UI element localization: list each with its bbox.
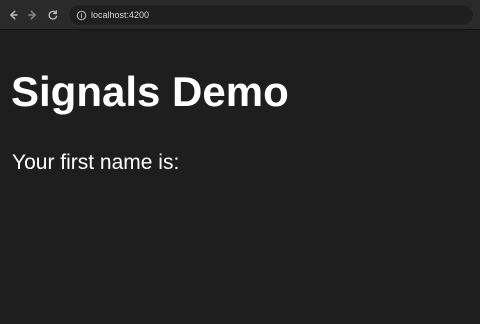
first-name-label: Your first name is: xyxy=(12,151,180,174)
back-button[interactable] xyxy=(5,7,21,23)
address-bar[interactable]: localhost:4200 xyxy=(68,4,474,26)
page-content: Signals Demo Your first name is: xyxy=(0,30,480,324)
site-info-icon xyxy=(76,10,87,21)
site-info-button[interactable] xyxy=(75,9,87,21)
back-icon xyxy=(7,9,19,21)
reload-button[interactable] xyxy=(45,7,61,23)
url-text: localhost:4200 xyxy=(91,10,150,20)
forward-button[interactable] xyxy=(25,7,41,23)
browser-toolbar: localhost:4200 xyxy=(0,0,480,30)
reload-icon xyxy=(47,9,59,21)
page-title: Signals Demo xyxy=(11,68,289,115)
forward-icon xyxy=(27,9,39,21)
